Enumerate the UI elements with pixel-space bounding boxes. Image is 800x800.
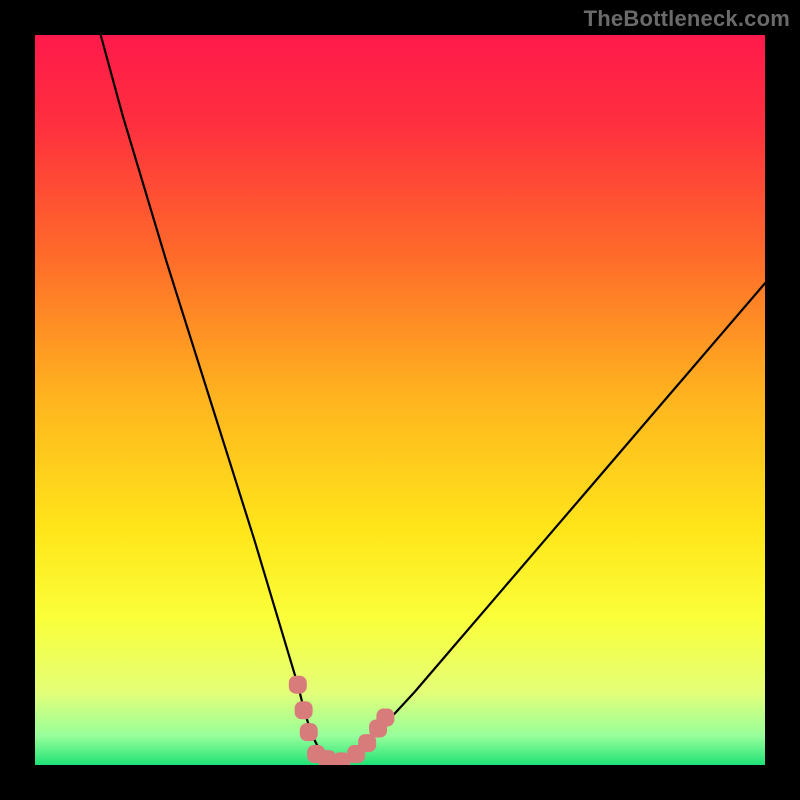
watermark-text: TheBottleneck.com [584, 6, 790, 32]
outer-frame: TheBottleneck.com [0, 0, 800, 800]
gradient-background [35, 35, 765, 765]
plot-area [35, 35, 765, 765]
